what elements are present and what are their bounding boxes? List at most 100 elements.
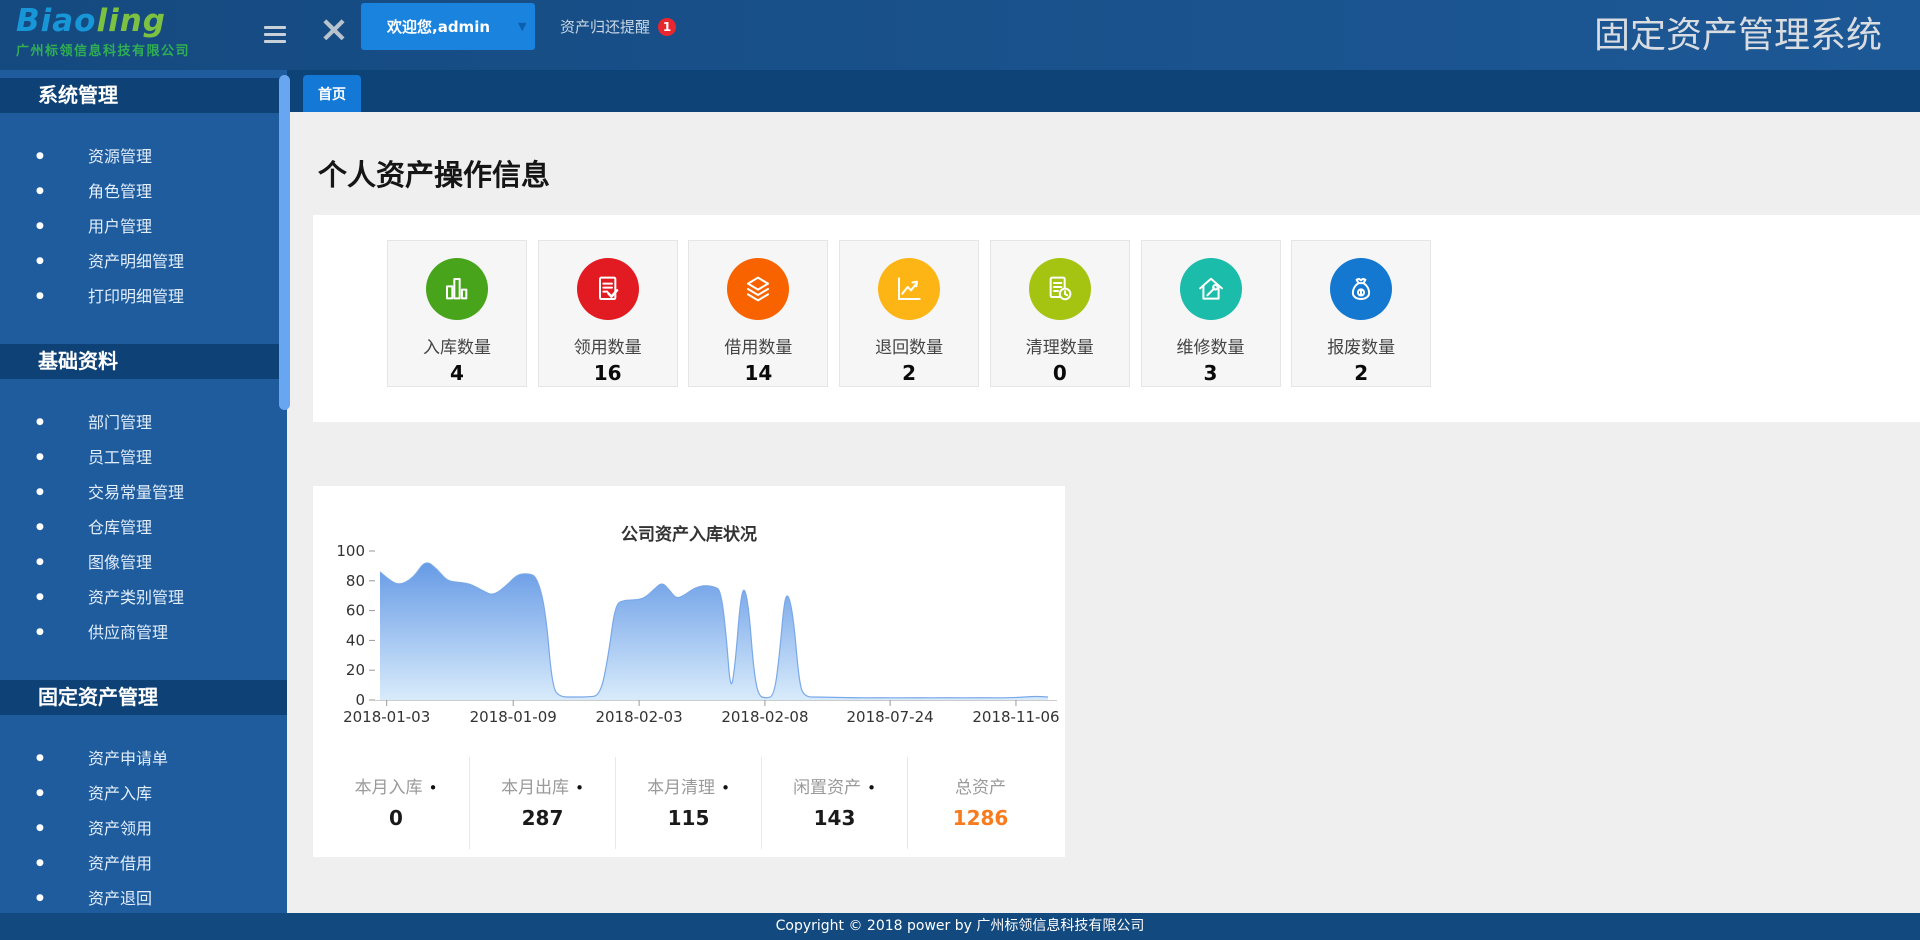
reminder-label: 资产归还提醒 [560, 16, 650, 37]
stat-card-label: 入库数量 [388, 333, 526, 358]
page-title: 个人资产操作信息 [318, 152, 550, 194]
tab-bar: 首页 [287, 70, 1920, 112]
money-bag-icon [1330, 258, 1392, 320]
sidebar-item-resource-mgmt[interactable]: 资源管理 [0, 139, 287, 174]
svg-text:20: 20 [346, 661, 365, 679]
svg-text:2018-02-03: 2018-02-03 [595, 708, 682, 726]
sidebar-scrollbar[interactable] [279, 75, 290, 410]
summary-value: 1286 [908, 806, 1053, 830]
summary-cell: 本月出库287 [469, 757, 615, 849]
sidebar-item-asset-borrow[interactable]: 资产借用 [0, 846, 287, 881]
sidebar-item-user-mgmt[interactable]: 用户管理 [0, 209, 287, 244]
summary-value: 0 [323, 806, 469, 830]
sidebar-item-asset-detail-mgmt[interactable]: 资产明细管理 [0, 244, 287, 279]
layers-icon [727, 258, 789, 320]
summary-cell: 闲置资产 143 [761, 757, 907, 849]
footer: Copyright © 2018 power by 广州标领信息科技有限公司 [0, 913, 1920, 940]
summary-label: 本月出库 [470, 773, 615, 798]
sidebar-item-department-mgmt[interactable]: 部门管理 [0, 405, 287, 440]
logo-text-secondary: ling [96, 3, 166, 39]
home-wrench-icon [1180, 258, 1242, 320]
svg-text:40: 40 [346, 631, 365, 649]
svg-text:2018-07-24: 2018-07-24 [847, 708, 934, 726]
copyright-text: Copyright © 2018 power by 广州标领信息科技有限公司 [776, 918, 1145, 934]
stat-card-label: 借用数量 [689, 333, 827, 358]
asset-return-reminder[interactable]: 资产归还提醒 1 [560, 0, 676, 53]
sidebar-item-asset-application[interactable]: 资产申请单 [0, 741, 287, 776]
summary-value: 143 [762, 806, 907, 830]
svg-text:0: 0 [355, 691, 365, 709]
company-logo: Biaoling 广州标领信息科技有限公司 [16, 4, 266, 59]
chart-panel: 公司资产入库状况 0204060801002018-01-032018-01-0… [313, 486, 1065, 857]
svg-text:2018-02-08: 2018-02-08 [721, 708, 808, 726]
stat-card-value: 16 [539, 361, 677, 385]
document-clock-icon [1029, 258, 1091, 320]
stat-card-label: 报废数量 [1292, 333, 1430, 358]
summary-row: 本月入库 0本月出库287本月清理 115闲置资产 143总资产 1286 [313, 757, 1065, 849]
sidebar-section-fixed-assets: 固定资产管理 资产申请单 资产入库 资产领用 资产借用 资产退回 [0, 680, 287, 916]
stat-card-bar-chart: 入库数量 4 [387, 240, 527, 387]
sidebar-section-system: 系统管理 资源管理 角色管理 用户管理 资产明细管理 打印明细管理 [0, 78, 287, 314]
welcome-text: 欢迎您,admin [387, 16, 490, 37]
app-title: 固定资产管理系统 [1594, 6, 1882, 58]
svg-text:100: 100 [336, 542, 365, 560]
sidebar-section-title-fixed-assets[interactable]: 固定资产管理 [0, 680, 287, 715]
stat-card-document-check: 领用数量 16 [538, 240, 678, 387]
svg-text:2018-01-03: 2018-01-03 [343, 708, 430, 726]
user-menu-button[interactable]: 欢迎您,admin ▼ [361, 3, 535, 50]
svg-text:80: 80 [346, 572, 365, 590]
sidebar-item-warehouse-mgmt[interactable]: 仓库管理 [0, 510, 287, 545]
sidebar-item-asset-category-mgmt[interactable]: 资产类别管理 [0, 580, 287, 615]
sidebar-section-basic-data: 基础资料 部门管理 员工管理 交易常量管理 仓库管理 图像管理 资产类别管理 供… [0, 344, 287, 650]
stat-card-label: 维修数量 [1142, 333, 1280, 358]
logo-subtitle: 广州标领信息科技有限公司 [16, 40, 266, 59]
stat-card-document-clock: 清理数量0 [990, 240, 1130, 387]
summary-label: 本月清理 [616, 773, 761, 798]
summary-label: 本月入库 [323, 773, 469, 798]
stat-card-home-wrench: 维修数量 3 [1141, 240, 1281, 387]
stat-card-line-chart: 退回数量 2 [839, 240, 979, 387]
logo-text-primary: Biao [16, 3, 96, 39]
summary-label: 总资产 [908, 773, 1053, 798]
sidebar-item-print-detail-mgmt[interactable]: 打印明细管理 [0, 279, 287, 314]
reminder-count-badge: 1 [658, 18, 676, 36]
summary-cell: 本月清理 115 [615, 757, 761, 849]
stat-card-value: 2 [840, 361, 978, 385]
sidebar-section-title-basic-data[interactable]: 基础资料 [0, 344, 287, 379]
sidebar-section-title-system[interactable]: 系统管理 [0, 78, 287, 113]
stat-card-label: 领用数量 [539, 333, 677, 358]
tab-home[interactable]: 首页 [303, 75, 361, 112]
stat-card-value: 2 [1292, 361, 1430, 385]
line-chart-icon [878, 258, 940, 320]
bar-chart-icon [426, 258, 488, 320]
sidebar-item-transaction-constant-mgmt[interactable]: 交易常量管理 [0, 475, 287, 510]
stat-card-money-bag: 报废数量 2 [1291, 240, 1431, 387]
svg-text:2018-11-06: 2018-11-06 [972, 708, 1059, 726]
sidebar-item-employee-mgmt[interactable]: 员工管理 [0, 440, 287, 475]
svg-text:60: 60 [346, 602, 365, 620]
sidebar-item-image-mgmt[interactable]: 图像管理 [0, 545, 287, 580]
close-icon[interactable]: × [316, 8, 352, 52]
stat-card-layers: 借用数量 14 [688, 240, 828, 387]
area-chart: 0 20 40 60 80 100 2018-01-03 2018-01-09 2018-02-… [313, 536, 1065, 748]
stat-card-value: 0 [991, 361, 1129, 385]
main-content: 个人资产操作信息 入库数量4领用数量16借用数量14退回数量2清理数量0维修数量… [287, 112, 1920, 913]
summary-label: 闲置资产 [762, 773, 907, 798]
stat-card-label: 退回数量 [840, 333, 978, 358]
sidebar-item-supplier-mgmt[interactable]: 供应商管理 [0, 615, 287, 650]
stat-card-value: 14 [689, 361, 827, 385]
stat-card-value: 3 [1142, 361, 1280, 385]
sidebar-item-asset-inbound[interactable]: 资产入库 [0, 776, 287, 811]
menu-toggle-icon[interactable] [264, 22, 292, 46]
app-header: Biaoling 广州标领信息科技有限公司 × 欢迎您,admin ▼ 资产归还… [0, 0, 1920, 70]
document-check-icon [577, 258, 639, 320]
stat-card-value: 4 [388, 361, 526, 385]
sidebar-item-asset-requisition[interactable]: 资产领用 [0, 811, 287, 846]
sidebar-item-role-mgmt[interactable]: 角色管理 [0, 174, 287, 209]
sidebar-item-asset-return[interactable]: 资产退回 [0, 881, 287, 916]
svg-text:2018-01-09: 2018-01-09 [470, 708, 557, 726]
summary-value: 115 [616, 806, 761, 830]
summary-cell: 总资产 1286 [907, 757, 1053, 849]
sidebar-nav: 系统管理 资源管理 角色管理 用户管理 资产明细管理 打印明细管理 基础资料 部… [0, 70, 287, 940]
summary-cell: 本月入库 0 [323, 757, 469, 849]
